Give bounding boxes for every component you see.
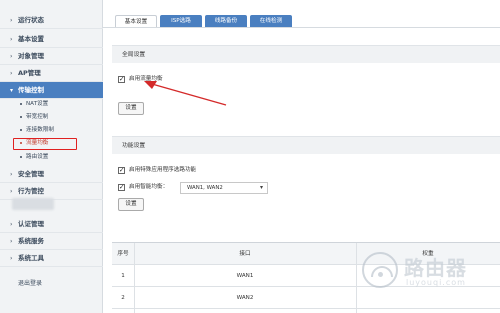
- annotation-arrow: [144, 81, 227, 106]
- watermark: 路由器 luyouqi.com: [358, 248, 498, 298]
- chevron-right-icon: ›: [10, 53, 13, 60]
- sidebar-item-auth[interactable]: › 认证管理: [0, 216, 103, 233]
- bullet-icon: [20, 128, 22, 131]
- chevron-right-icon: ›: [10, 171, 13, 178]
- sidebar: › 运行状态 › 基本设置 › 对象管理 › AP管理 ▾ 传输控制 NAT设置 带宽控制…: [0, 0, 103, 313]
- smart-balance-value: WAN1, WAN2: [187, 185, 223, 191]
- tab-isp-routing[interactable]: ISP选路: [160, 15, 202, 27]
- table-header-index: 序号: [117, 251, 129, 257]
- bullet-icon: [20, 155, 22, 158]
- sidebar-item-basic[interactable]: › 基本设置: [0, 31, 103, 48]
- sidebar-subitem-label: 连接数限制: [26, 127, 54, 133]
- sidebar-item-security[interactable]: › 安全管理: [0, 166, 103, 183]
- router-logo-icon: [362, 252, 398, 288]
- chevron-right-icon: ›: [10, 221, 13, 228]
- sidebar-item-tools[interactable]: › 系统工具: [0, 250, 103, 267]
- sidebar-subitem-label: NAT设置: [26, 101, 49, 107]
- sidebar-item-label: 安全管理: [18, 170, 44, 178]
- enable-loadbalance-checkbox[interactable]: [118, 75, 125, 83]
- sidebar-subitem-nat[interactable]: NAT设置: [0, 98, 103, 111]
- global-settings-header: 全局设置: [112, 45, 500, 63]
- sidebar-item-label: 行为管控: [18, 187, 44, 195]
- special-app-routing-checkbox[interactable]: [118, 166, 125, 174]
- sidebar-item-label: 对象管理: [18, 52, 44, 60]
- table-divider: [356, 243, 357, 313]
- sidebar-item-services[interactable]: › 系统服务: [0, 233, 103, 250]
- watermark-subtitle: luyouqi.com: [406, 278, 466, 287]
- tab-online-detection[interactable]: 在线检测: [250, 15, 292, 27]
- sidebar-subitem-routing[interactable]: 路由设置: [0, 151, 103, 164]
- sidebar-item-label: 认证管理: [18, 220, 44, 228]
- table-divider: [134, 243, 135, 313]
- bullet-icon: [20, 102, 22, 105]
- special-app-routing-label: 启用特殊应用程序选路功能: [129, 167, 197, 173]
- sidebar-item-label: 运行状态: [18, 16, 44, 24]
- chevron-right-icon: ›: [10, 70, 13, 77]
- function-save-button[interactable]: 设置: [118, 198, 144, 211]
- smart-balance-checkbox[interactable]: [118, 183, 125, 191]
- sidebar-item-ap[interactable]: › AP管理: [0, 65, 103, 82]
- watermark-title: 路由器: [404, 256, 467, 280]
- sidebar-item-status[interactable]: › 运行状态: [0, 12, 103, 29]
- chevron-right-icon: ›: [10, 36, 13, 43]
- smart-balance-select[interactable]: WAN1, WAN2 ▾: [180, 182, 268, 194]
- sidebar-item-label: 系统服务: [18, 237, 44, 245]
- sidebar-item-label: AP管理: [18, 69, 41, 77]
- blurred-item: [12, 198, 54, 210]
- sidebar-subitem-connlimit[interactable]: 连接数限制: [0, 124, 103, 137]
- caret-down-icon: ▾: [259, 184, 263, 191]
- chevron-right-icon: ›: [10, 255, 13, 262]
- chevron-down-icon: ▾: [10, 87, 14, 94]
- table-cell-index: 2: [121, 295, 125, 301]
- tab-basic-settings[interactable]: 基本设置: [115, 15, 157, 27]
- sidebar-subitem-label: 带宽控制: [26, 114, 49, 120]
- bullet-icon: [20, 115, 22, 118]
- sidebar-subitem-label: 路由设置: [26, 154, 49, 160]
- sidebar-item-label: 系统工具: [18, 254, 44, 262]
- table-header-interface: 接口: [239, 251, 251, 257]
- sidebar-item-label: 基本设置: [18, 35, 44, 43]
- sidebar-item-label: 传输控制: [18, 86, 44, 94]
- table-cell-interface: WAN2: [236, 295, 254, 301]
- tab-line-backup[interactable]: 线路备份: [205, 15, 247, 27]
- logout-link[interactable]: 退出登录: [18, 278, 42, 287]
- chevron-right-icon: ›: [10, 17, 13, 24]
- tab-bar: 基本设置 ISP选路 线路备份 在线检测: [103, 0, 500, 28]
- sidebar-subitem-bandwidth[interactable]: 带宽控制: [0, 111, 103, 124]
- smart-balance-label: 启用智能均衡：: [129, 184, 169, 190]
- annotation-highlight-box: [13, 138, 77, 150]
- sidebar-item-objects[interactable]: › 对象管理: [0, 48, 103, 65]
- function-settings-header: 功能设置: [112, 136, 500, 154]
- table-cell-index: 1: [121, 273, 125, 279]
- table-cell-interface: WAN1: [236, 273, 254, 279]
- sidebar-item-transfer[interactable]: ▾ 传输控制: [0, 82, 103, 99]
- chevron-right-icon: ›: [10, 238, 13, 245]
